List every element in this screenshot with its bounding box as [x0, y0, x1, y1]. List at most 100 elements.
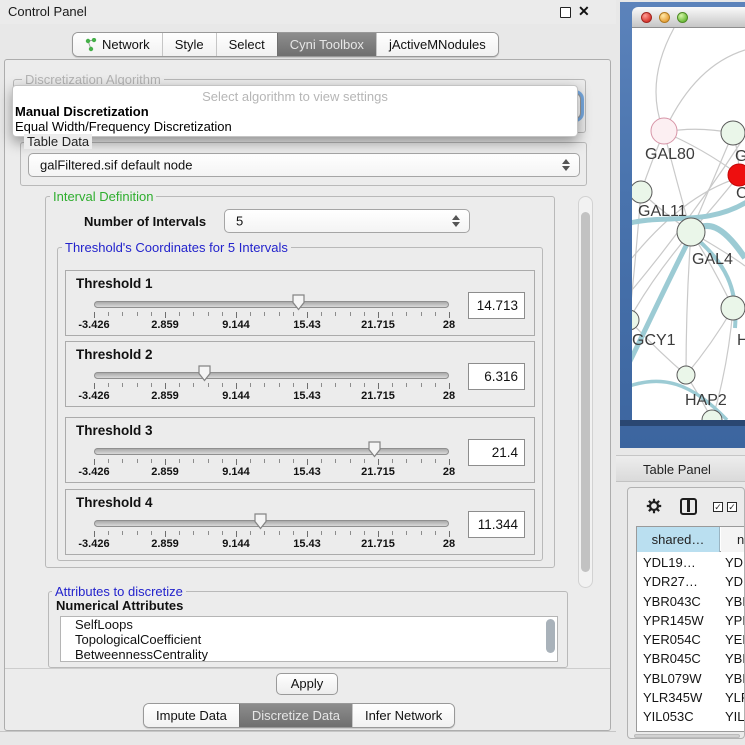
algorithm-option-equal-width[interactable]: Equal Width/Frequency Discretization [15, 119, 232, 134]
tab-jactivemnodules[interactable]: jActiveMNodules [376, 33, 498, 56]
cell-name[interactable]: YDR2 [725, 574, 745, 589]
cell-name[interactable]: YIL0 [725, 709, 745, 724]
slider-thumb[interactable] [197, 365, 212, 382]
network-node-hap2[interactable] [677, 366, 695, 384]
column-header-name[interactable]: na [721, 527, 745, 552]
network-node-gal4[interactable] [677, 218, 705, 246]
threshold-value-field[interactable]: 14.713 [468, 292, 525, 319]
slider-tick-label: 21.715 [361, 538, 395, 550]
slider-tick [378, 383, 379, 389]
slider-tick [122, 383, 123, 387]
tab-cyni-toolbox[interactable]: Cyni Toolbox [277, 33, 376, 56]
tab-select[interactable]: Select [216, 33, 277, 56]
slider-thumb[interactable] [291, 294, 306, 311]
cell-shared-name[interactable]: YER054C [643, 632, 719, 647]
network-edge[interactable] [664, 50, 745, 132]
threshold-value-field[interactable]: 11.344 [468, 511, 525, 538]
slider-ticks [94, 531, 449, 538]
table-row[interactable]: YDL19… YDL1 [637, 553, 745, 572]
threshold-panel: Threshold 3-3.4262.8599.14415.4321.71528… [65, 417, 535, 483]
slider-tick [122, 531, 123, 535]
network-edge[interactable] [686, 232, 691, 375]
table-row[interactable]: YIL053C YIL0 [637, 707, 745, 726]
cell-name[interactable]: YBR0 [725, 651, 745, 666]
tab-network[interactable]: Network [73, 33, 162, 56]
numerical-attributes-list[interactable]: SelfLoopsTopologicalCoefficientBetweenne… [60, 616, 558, 662]
cell-shared-name[interactable]: YLR345W [643, 690, 719, 705]
panel-scrollbar-thumb[interactable] [581, 212, 590, 572]
network-edge[interactable] [632, 232, 691, 320]
table-row[interactable]: YLR345W YLR3 [637, 688, 745, 707]
cell-shared-name[interactable]: YIL053C [643, 709, 719, 724]
attribute-list-item[interactable]: TopologicalCoefficient [61, 632, 557, 647]
number-of-intervals-combobox[interactable]: 5 [224, 209, 470, 233]
table-row[interactable]: YER054C YER0 [637, 630, 745, 649]
slider-track[interactable] [94, 520, 449, 527]
zoom-traffic-light-icon[interactable] [677, 12, 688, 23]
table-row[interactable]: YBR043C YBR0 [637, 592, 745, 611]
table-row[interactable]: YBL079W YBL0 [637, 669, 745, 688]
slider-tick [293, 531, 294, 535]
cell-shared-name[interactable]: YBL079W [643, 671, 719, 686]
table-horizontal-scrollbar-thumb[interactable] [634, 734, 740, 738]
slider-track[interactable] [94, 448, 449, 455]
cell-name[interactable]: YPR1 [725, 613, 745, 628]
table-data-combobox[interactable]: galFiltered.sif default node [28, 153, 580, 177]
cell-name[interactable]: YBR0 [725, 594, 745, 609]
attributes-scrollbar-thumb[interactable] [546, 619, 555, 653]
cell-name[interactable]: YBL0 [725, 671, 745, 686]
slider-tick-label: 28 [443, 466, 455, 478]
threshold-value-field[interactable]: 6.316 [468, 363, 525, 390]
slider-track[interactable] [94, 372, 449, 379]
table-row[interactable]: YBR045C YBR0 [637, 649, 745, 668]
slider-tick-label: 2.859 [151, 319, 179, 331]
tab-style[interactable]: Style [162, 33, 216, 56]
tab-impute-data[interactable]: Impute Data [144, 704, 239, 727]
network-node-gal11[interactable] [632, 181, 652, 203]
attribute-list-item[interactable]: SelfLoops [61, 617, 557, 632]
cell-name[interactable]: YLR3 [725, 690, 745, 705]
split-columns-icon[interactable] [680, 498, 697, 515]
column-header-shared-name[interactable]: shared… [637, 527, 720, 552]
network-node-ga[interactable] [721, 121, 745, 145]
cell-shared-name[interactable]: YBR043C [643, 594, 719, 609]
network-window-titlebar[interactable] [632, 7, 745, 28]
checkbox-checked-icon[interactable]: ✓ [713, 502, 723, 512]
table-row[interactable]: YDR27… YDR2 [637, 572, 745, 591]
minimize-traffic-light-icon[interactable] [659, 12, 670, 23]
checkbox-checked-icon[interactable]: ✓ [727, 502, 737, 512]
float-window-icon[interactable] [560, 7, 571, 18]
slider-track[interactable] [94, 301, 449, 308]
network-node-c[interactable] [728, 164, 745, 186]
algorithm-option-manual[interactable]: Manual Discretization [15, 104, 149, 119]
apply-button[interactable]: Apply [276, 673, 338, 695]
slider-tick [165, 531, 166, 537]
tab-infer-network[interactable]: Infer Network [352, 704, 454, 727]
cell-shared-name[interactable]: YPR145W [643, 613, 719, 628]
slider-tick [179, 531, 180, 535]
close-traffic-light-icon[interactable] [641, 12, 652, 23]
threshold-label: Threshold 2 [76, 347, 153, 362]
panel-scrollbar[interactable] [578, 196, 593, 588]
close-icon[interactable]: ✕ [578, 3, 590, 20]
cell-shared-name[interactable]: YBR045C [643, 651, 719, 666]
network-node-gal80[interactable] [651, 118, 677, 144]
slider-tick [264, 383, 265, 387]
network-node-h[interactable] [721, 296, 745, 320]
cell-shared-name[interactable]: YDL19… [643, 555, 719, 570]
tab-discretize-data[interactable]: Discretize Data [239, 704, 352, 727]
cell-name[interactable]: YDL1 [725, 555, 745, 570]
slider-thumb[interactable] [253, 513, 268, 530]
algorithm-placeholder-option[interactable]: Select algorithm to view settings [13, 89, 577, 104]
cell-name[interactable]: YER0 [725, 632, 745, 647]
threshold-value-field[interactable]: 21.4 [468, 439, 525, 466]
network-node-gcy1[interactable] [632, 310, 639, 330]
slider-thumb[interactable] [367, 441, 382, 458]
table-row[interactable]: YPR145W YPR1 [637, 611, 745, 630]
network-canvas[interactable]: GAL80GACGAL11GAL4GCY1HHAP2 [632, 28, 745, 420]
cell-shared-name[interactable]: YDR27… [643, 574, 719, 589]
threshold-label: Threshold 4 [76, 495, 153, 510]
attribute-list-item[interactable]: BetweennessCentrality [61, 647, 557, 662]
attributes-scrollbar[interactable] [545, 618, 556, 662]
gear-icon[interactable] [645, 497, 663, 515]
